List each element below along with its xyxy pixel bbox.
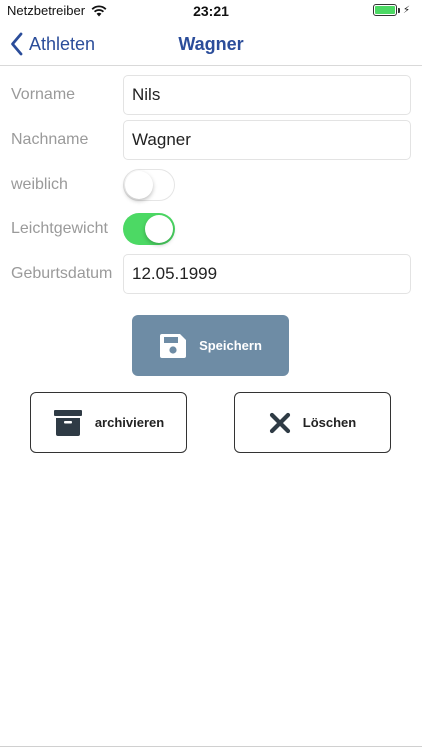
last-name-field[interactable]: Wagner [123,120,411,160]
female-row: weiblich [11,165,411,205]
archive-box-icon [53,409,82,436]
archive-label: archivieren [94,415,165,430]
first-name-row: Vorname Nils [11,75,411,115]
birthdate-label: Geburtsdatum [11,265,113,282]
birthdate-field[interactable]: 12.05.1999 [123,254,411,294]
clock: 23:21 [193,3,229,19]
lightweight-label: Leichtgewicht [11,220,108,237]
save-label: Speichern [199,338,262,353]
birthdate-row: Geburtsdatum 12.05.1999 [11,254,411,294]
lightweight-row: Leichtgewicht [11,209,411,249]
bolt-icon: ⚡ [402,4,410,16]
battery-indicator: ⚡ [372,4,410,16]
close-x-icon [269,412,290,433]
toggle-knob [145,215,173,243]
delete-button[interactable]: Löschen [234,392,391,453]
delete-label: Löschen [302,415,357,430]
archive-button[interactable]: archivieren [30,392,187,453]
status-bar: Netzbetreiber 23:21 ⚡ [0,0,422,22]
last-name-label: Nachname [11,131,89,148]
battery-icon [372,4,397,16]
female-label: weiblich [11,176,68,193]
save-button[interactable]: Speichern [132,315,289,376]
lightweight-toggle[interactable] [123,213,175,245]
last-name-row: Nachname Wagner [11,120,411,160]
bottom-divider [0,746,422,747]
page-title: Wagner [178,34,244,54]
female-toggle[interactable] [123,169,175,201]
first-name-label: Vorname [11,86,76,103]
toggle-knob [125,171,153,199]
first-name-field[interactable]: Nils [123,75,411,115]
floppy-disk-icon [160,333,187,358]
navigation-bar: Athleten Wagner [0,22,422,66]
